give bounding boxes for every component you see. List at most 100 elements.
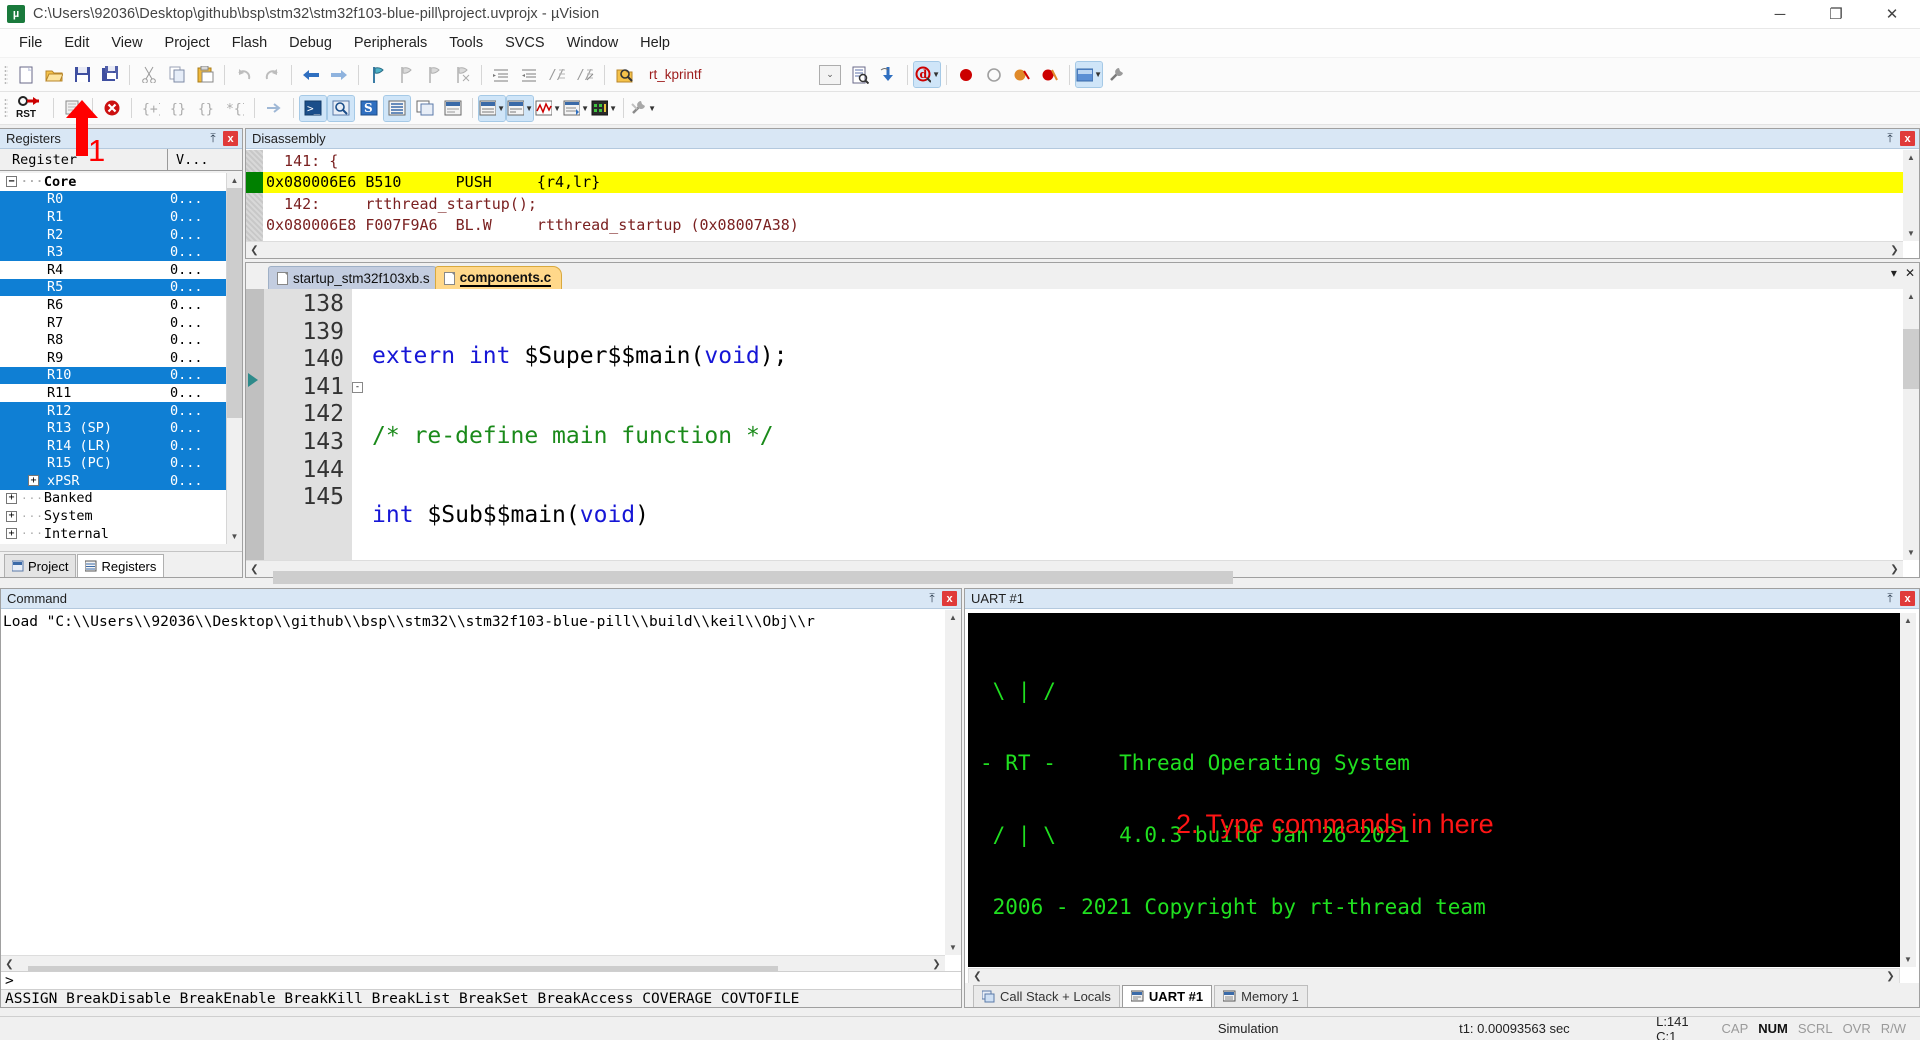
scroll-right-icon[interactable]: ❯ bbox=[1886, 561, 1903, 577]
chevron-down-icon[interactable]: ▼ bbox=[648, 104, 656, 113]
find-in-files-icon[interactable] bbox=[847, 62, 873, 87]
expand-icon[interactable]: + bbox=[6, 528, 17, 539]
menu-peripherals[interactable]: Peripherals bbox=[343, 31, 438, 55]
table-row[interactable]: R10... bbox=[0, 208, 226, 226]
fold-collapse-icon[interactable]: - bbox=[352, 382, 363, 393]
table-row[interactable]: R120... bbox=[0, 402, 226, 420]
scroll-right-icon[interactable]: ❯ bbox=[1882, 968, 1899, 984]
configure-target-icon[interactable] bbox=[875, 62, 901, 87]
remove-breakpoint-icon[interactable] bbox=[981, 62, 1007, 87]
pin-icon[interactable]: ⤒ bbox=[206, 131, 220, 147]
uncomment-icon[interactable]: // bbox=[572, 62, 598, 87]
pin-icon[interactable]: ⤒ bbox=[1883, 591, 1897, 607]
table-row[interactable]: R60... bbox=[0, 296, 226, 314]
expand-icon[interactable]: + bbox=[6, 511, 17, 522]
memory-window-icon[interactable]: ▼ bbox=[479, 96, 505, 121]
toolbox-icon[interactable]: ▼ bbox=[630, 96, 656, 121]
open-file-icon[interactable] bbox=[41, 62, 67, 87]
chevron-down-icon[interactable]: ▼ bbox=[525, 104, 533, 113]
code-text[interactable]: extern int $Super$$main(void); /* re-def… bbox=[368, 289, 1903, 560]
analysis-window-icon[interactable]: ▼ bbox=[535, 96, 561, 121]
search-input[interactable] bbox=[644, 64, 819, 85]
incremental-find-icon[interactable] bbox=[611, 62, 637, 87]
scrollbar-thumb[interactable] bbox=[1903, 329, 1919, 389]
chevron-down-icon[interactable]: ▼ bbox=[553, 104, 561, 113]
run-to-main-icon[interactable] bbox=[60, 96, 86, 121]
table-row[interactable]: R100... bbox=[0, 367, 226, 385]
disassembly-line-current[interactable]: 0x080006E6 B510 PUSH {r4,lr} bbox=[246, 172, 1903, 194]
editor-horizontal-scrollbar[interactable]: ❮ ❯ bbox=[246, 560, 1903, 577]
bookmark-clear-icon[interactable] bbox=[449, 62, 475, 87]
menu-file[interactable]: File bbox=[8, 31, 53, 55]
scroll-left-icon[interactable]: ❮ bbox=[969, 968, 986, 984]
column-header-value[interactable]: V... bbox=[168, 149, 242, 170]
table-row[interactable]: R15 (PC)0... bbox=[0, 455, 226, 473]
disassembly-line[interactable]: 0x080006E8 F007F9A6 BL.W rtthread_startu… bbox=[246, 215, 1903, 237]
cut-icon[interactable] bbox=[136, 62, 162, 87]
scroll-up-icon[interactable]: ▲ bbox=[1903, 289, 1919, 304]
close-icon[interactable]: ✕ bbox=[1905, 266, 1915, 280]
trace-window-icon[interactable]: ▼ bbox=[563, 96, 589, 121]
bookmark-toggle-icon[interactable] bbox=[365, 62, 391, 87]
sidebar-item-registers[interactable]: Registers bbox=[77, 554, 164, 577]
table-row[interactable]: R80... bbox=[0, 331, 226, 349]
chevron-down-icon[interactable]: ▾ bbox=[1891, 266, 1897, 280]
chevron-down-icon[interactable]: ▼ bbox=[497, 104, 505, 113]
save-icon[interactable] bbox=[69, 62, 95, 87]
command-horizontal-scrollbar[interactable]: ❮ ❯ bbox=[1, 955, 945, 972]
scroll-up-icon[interactable]: ▲ bbox=[1900, 613, 1916, 628]
command-output[interactable]: Load "C:\\Users\\92036\\Desktop\\github\… bbox=[1, 610, 945, 955]
table-row[interactable]: R90... bbox=[0, 349, 226, 367]
scroll-left-icon[interactable]: ❮ bbox=[246, 242, 263, 258]
close-icon[interactable]: x bbox=[1900, 591, 1915, 606]
uart-terminal[interactable]: \ | / - RT - Thread Operating System / |… bbox=[968, 613, 1900, 967]
pin-icon[interactable]: ⤒ bbox=[1883, 131, 1897, 147]
find-dropdown-button[interactable]: ⌄ bbox=[819, 65, 841, 85]
tab-memory-1[interactable]: Memory 1 bbox=[1214, 985, 1308, 1007]
scroll-left-icon[interactable]: ❮ bbox=[246, 561, 263, 577]
editor-body[interactable]: 138 139 140 141 142 143 144 145 - extern… bbox=[246, 289, 1903, 560]
uart-vertical-scrollbar[interactable]: ▲ ▼ bbox=[1900, 613, 1916, 967]
stop-debug-icon[interactable] bbox=[99, 96, 125, 121]
code-folding-column[interactable]: - bbox=[352, 289, 368, 560]
disassembly-line[interactable]: 142: rtthread_startup(); bbox=[246, 193, 1903, 215]
menu-view[interactable]: View bbox=[100, 31, 153, 55]
scrollbar-thumb[interactable] bbox=[273, 571, 1233, 584]
table-row[interactable]: R40... bbox=[0, 261, 226, 279]
copy-icon[interactable] bbox=[164, 62, 190, 87]
toolbar-grip[interactable] bbox=[4, 98, 8, 118]
disassembly-listing[interactable]: 141: { 0x080006E6 B510 PUSH {r4,lr} 142:… bbox=[246, 150, 1903, 241]
close-button[interactable]: ✕ bbox=[1864, 0, 1920, 29]
menu-help[interactable]: Help bbox=[629, 31, 681, 55]
column-header-register[interactable]: Register bbox=[0, 149, 168, 170]
registers-tree[interactable]: − ··· Core R00... R10... R20... R30... R… bbox=[0, 173, 226, 544]
insert-breakpoint-icon[interactable] bbox=[953, 62, 979, 87]
run-to-cursor-icon[interactable]: *{} bbox=[222, 96, 248, 121]
sidebar-item-project[interactable]: Project bbox=[4, 554, 76, 577]
serial-window-icon[interactable]: ▼ bbox=[507, 96, 533, 121]
undo-icon[interactable] bbox=[231, 62, 257, 87]
symbol-window-icon[interactable]: S bbox=[356, 96, 382, 121]
scroll-left-icon[interactable]: ❮ bbox=[1, 956, 18, 972]
table-row[interactable]: R110... bbox=[0, 384, 226, 402]
disassembly-line[interactable]: 141: { bbox=[246, 150, 1903, 172]
step-into-icon[interactable]: {+} bbox=[138, 96, 164, 121]
registers-group-core[interactable]: − ··· Core bbox=[0, 173, 226, 191]
start-debug-session-icon[interactable]: d ▼ bbox=[914, 62, 940, 87]
step-over-icon[interactable]: {} bbox=[166, 96, 192, 121]
command-vertical-scrollbar[interactable]: ▲ ▼ bbox=[945, 610, 961, 955]
comment-icon[interactable]: // bbox=[544, 62, 570, 87]
paste-icon[interactable] bbox=[192, 62, 218, 87]
scroll-right-icon[interactable]: ❯ bbox=[928, 956, 945, 972]
bookmark-prev-icon[interactable] bbox=[393, 62, 419, 87]
chevron-down-icon[interactable]: ▼ bbox=[581, 104, 589, 113]
toolbar-grip[interactable] bbox=[4, 65, 8, 85]
find-box[interactable] bbox=[644, 64, 819, 85]
disassembly-window-icon[interactable] bbox=[328, 96, 354, 121]
menu-project[interactable]: Project bbox=[154, 31, 221, 55]
menu-svcs[interactable]: SVCS bbox=[494, 31, 556, 55]
scroll-up-icon[interactable]: ▲ bbox=[227, 173, 242, 188]
close-icon[interactable]: x bbox=[223, 131, 238, 146]
breakpoint-column[interactable] bbox=[246, 289, 264, 560]
command-input-row[interactable]: > bbox=[1, 971, 961, 989]
